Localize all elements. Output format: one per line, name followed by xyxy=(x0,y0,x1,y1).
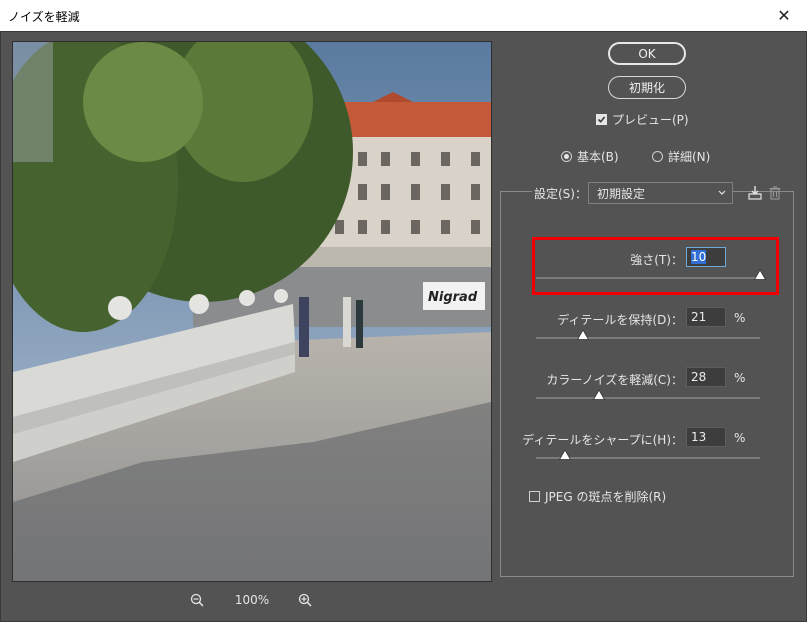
zoom-level: 100% xyxy=(234,593,270,607)
remove-jpeg-artifact-checkbox[interactable]: JPEG の斑点を削除(R) xyxy=(529,488,666,505)
preview-image[interactable]: Nigrad xyxy=(12,41,492,582)
radio-unselected-icon xyxy=(652,151,663,162)
zoom-bar: 100% xyxy=(12,590,490,610)
strength-slider-handle[interactable] xyxy=(753,269,767,280)
preview-checkbox[interactable]: プレビュー(P) xyxy=(596,111,689,128)
preserve-detail-unit: % xyxy=(734,311,746,325)
settings-label: 設定(S)： xyxy=(532,185,589,202)
radio-selected-icon xyxy=(561,151,572,162)
preview-photo: Nigrad xyxy=(13,42,491,581)
save-preset-icon[interactable] xyxy=(746,184,764,202)
strength-input[interactable]: 10 xyxy=(686,247,726,267)
mode-basic-radio[interactable]: 基本(B) xyxy=(561,148,619,165)
chevron-down-icon xyxy=(717,186,727,203)
reset-button[interactable]: 初期化 xyxy=(608,76,686,99)
reduce-color-noise-unit: % xyxy=(734,371,746,385)
preserve-detail-label: ディテールを保持(D)： xyxy=(557,313,683,327)
strength-label: 強さ(T)： xyxy=(630,253,683,267)
preserve-detail-slider-handle[interactable] xyxy=(576,329,590,340)
reduce-color-noise-slider-handle[interactable] xyxy=(592,389,606,400)
title-bar: ノイズを軽減 ✕ xyxy=(0,0,807,32)
mode-advanced-label: 詳細(N) xyxy=(668,150,711,164)
sharpen-details-unit: % xyxy=(734,431,746,445)
reduce-color-noise-slider[interactable] xyxy=(536,389,760,400)
zoom-out-icon[interactable] xyxy=(187,590,207,610)
sharpen-details-slider[interactable] xyxy=(536,449,760,460)
settings-value: 初期設定 xyxy=(597,186,646,201)
settings-dropdown[interactable]: 初期設定 xyxy=(588,182,733,204)
remove-jpeg-artifact-label: JPEG の斑点を削除(R) xyxy=(545,490,667,504)
sharpen-details-label: ディテールをシャープに(H)： xyxy=(522,433,683,447)
close-icon[interactable]: ✕ xyxy=(761,0,807,31)
preserve-detail-slider[interactable] xyxy=(536,329,760,340)
checkbox-checked-icon xyxy=(596,114,607,125)
mode-advanced-radio[interactable]: 詳細(N) xyxy=(652,148,710,165)
strength-slider[interactable] xyxy=(536,269,767,280)
reduce-color-noise-label: カラーノイズを軽減(C)： xyxy=(546,373,683,387)
sharpen-details-slider-handle[interactable] xyxy=(558,449,572,460)
sign-text: Nigrad xyxy=(428,290,478,305)
ok-button[interactable]: OK xyxy=(608,42,686,65)
reduce-color-noise-input[interactable]: 28 xyxy=(686,367,726,387)
window-title: ノイズを軽減 xyxy=(8,10,80,24)
preserve-detail-input[interactable]: 21 xyxy=(686,307,726,327)
mode-basic-label: 基本(B) xyxy=(577,150,619,164)
zoom-in-icon[interactable] xyxy=(295,590,315,610)
sharpen-details-input[interactable]: 13 xyxy=(686,427,726,447)
checkbox-unchecked-icon xyxy=(529,491,540,502)
preview-label: プレビュー(P) xyxy=(612,113,689,127)
trash-icon[interactable] xyxy=(766,184,784,202)
strength-value: 10 xyxy=(691,250,707,264)
